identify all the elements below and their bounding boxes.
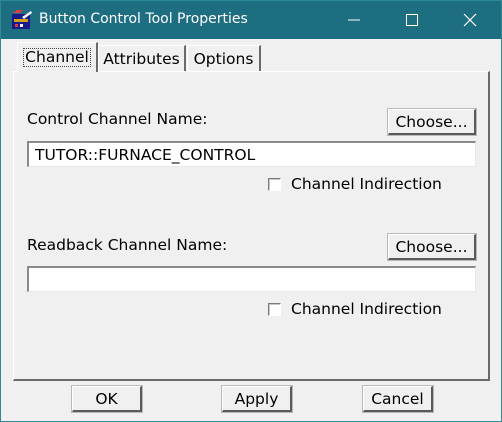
maximize-icon [406,14,418,26]
tab-attributes-label: Attributes [103,49,180,68]
window-title: Button Control Tool Properties [39,11,248,27]
control-indirection-checkbox[interactable] [268,178,281,191]
tab-attributes[interactable]: Attributes [98,45,186,71]
tab-channel[interactable]: Channel [17,42,98,72]
apply-button[interactable]: Apply [221,385,293,413]
edm-app-icon [11,10,33,30]
control-indirection-label: Channel Indirection [291,175,442,193]
maximize-button[interactable] [389,1,435,39]
channel-tab-panel: Control Channel Name: Choose... Channel … [13,71,490,381]
readback-choose-button[interactable]: Choose... [387,233,477,261]
readback-indirection-label: Channel Indirection [291,300,442,318]
readback-channel-input[interactable] [27,266,476,292]
control-choose-button[interactable]: Choose... [387,108,477,136]
close-button[interactable] [447,1,493,39]
ok-button[interactable]: OK [71,385,143,413]
properties-dialog: Button Control Tool Properties Channel A… [0,0,502,422]
readback-indirection-checkbox[interactable] [268,303,281,316]
readback-channel-label: Readback Channel Name: [27,236,228,254]
control-channel-label: Control Channel Name: [27,110,208,128]
minimize-button[interactable] [331,1,377,39]
tab-channel-label: Channel [23,48,91,67]
tab-options-label: Options [193,49,254,68]
minimize-icon [348,14,360,26]
title-bar[interactable]: Button Control Tool Properties [1,1,501,39]
tab-options[interactable]: Options [187,45,261,71]
close-icon [463,13,477,27]
control-channel-input[interactable] [27,141,476,167]
cancel-button[interactable]: Cancel [362,385,434,413]
